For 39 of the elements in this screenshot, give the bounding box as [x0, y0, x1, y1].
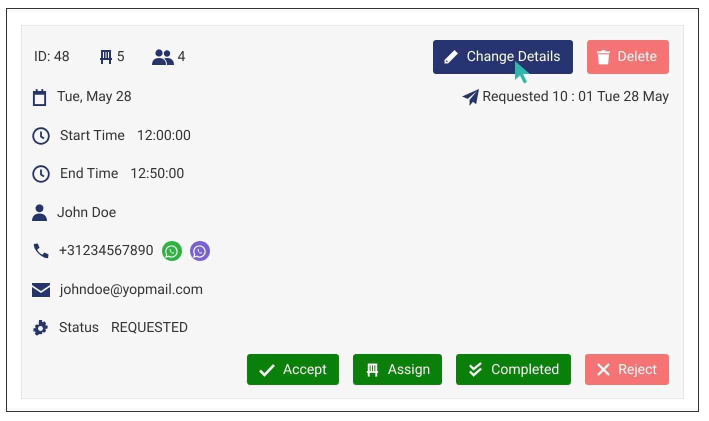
detail-value: REQUESTED — [111, 320, 188, 336]
action-button[interactable]: Completed — [456, 354, 572, 385]
trash-icon — [596, 49, 610, 65]
guest-count: 4 — [177, 49, 186, 65]
detail-label: Start Time — [60, 128, 125, 144]
detail-value: Tue, May 28 — [57, 89, 132, 106]
chat-app-icon[interactable] — [190, 241, 210, 262]
requested-time: Requested 10 : 01 Tue 28 May — [482, 89, 669, 106]
booking-id: ID: 48 — [34, 49, 70, 65]
detail-value: John Doe — [57, 204, 116, 221]
reject-button[interactable]: Reject — [585, 354, 669, 385]
pencil-icon — [442, 49, 459, 65]
chair-icon — [98, 49, 114, 65]
detail-value: johndoe@yopmail.com — [60, 282, 204, 298]
phone-icon — [32, 242, 49, 260]
detail-value: 12:50:00 — [130, 166, 184, 182]
detail-value: 12:00:00 — [136, 128, 191, 144]
clock-icon — [32, 126, 50, 145]
settings-icon — [32, 320, 49, 337]
chair-icon — [364, 362, 380, 378]
detail-label: End Time — [60, 166, 118, 182]
action-button[interactable]: Accept — [247, 354, 339, 385]
close-icon — [597, 363, 610, 376]
check-icon — [259, 362, 276, 376]
clock-icon — [32, 165, 50, 184]
chat-app-icon[interactable] — [162, 241, 182, 262]
envelope-icon — [32, 282, 50, 297]
double-check-icon — [468, 362, 484, 378]
cursor-icon — [514, 60, 532, 84]
action-button[interactable]: Assign — [352, 354, 442, 385]
calendar-icon — [32, 88, 47, 106]
seat-count: 5 — [116, 49, 124, 65]
person-icon — [32, 204, 47, 222]
detail-value: +31234567890 — [59, 243, 154, 260]
people-icon — [152, 49, 174, 65]
edit-button[interactable]: Change Details — [432, 40, 573, 74]
detail-label: Status — [59, 320, 100, 336]
paper-plane-icon — [462, 88, 480, 106]
delete-button[interactable]: Delete — [586, 40, 669, 74]
